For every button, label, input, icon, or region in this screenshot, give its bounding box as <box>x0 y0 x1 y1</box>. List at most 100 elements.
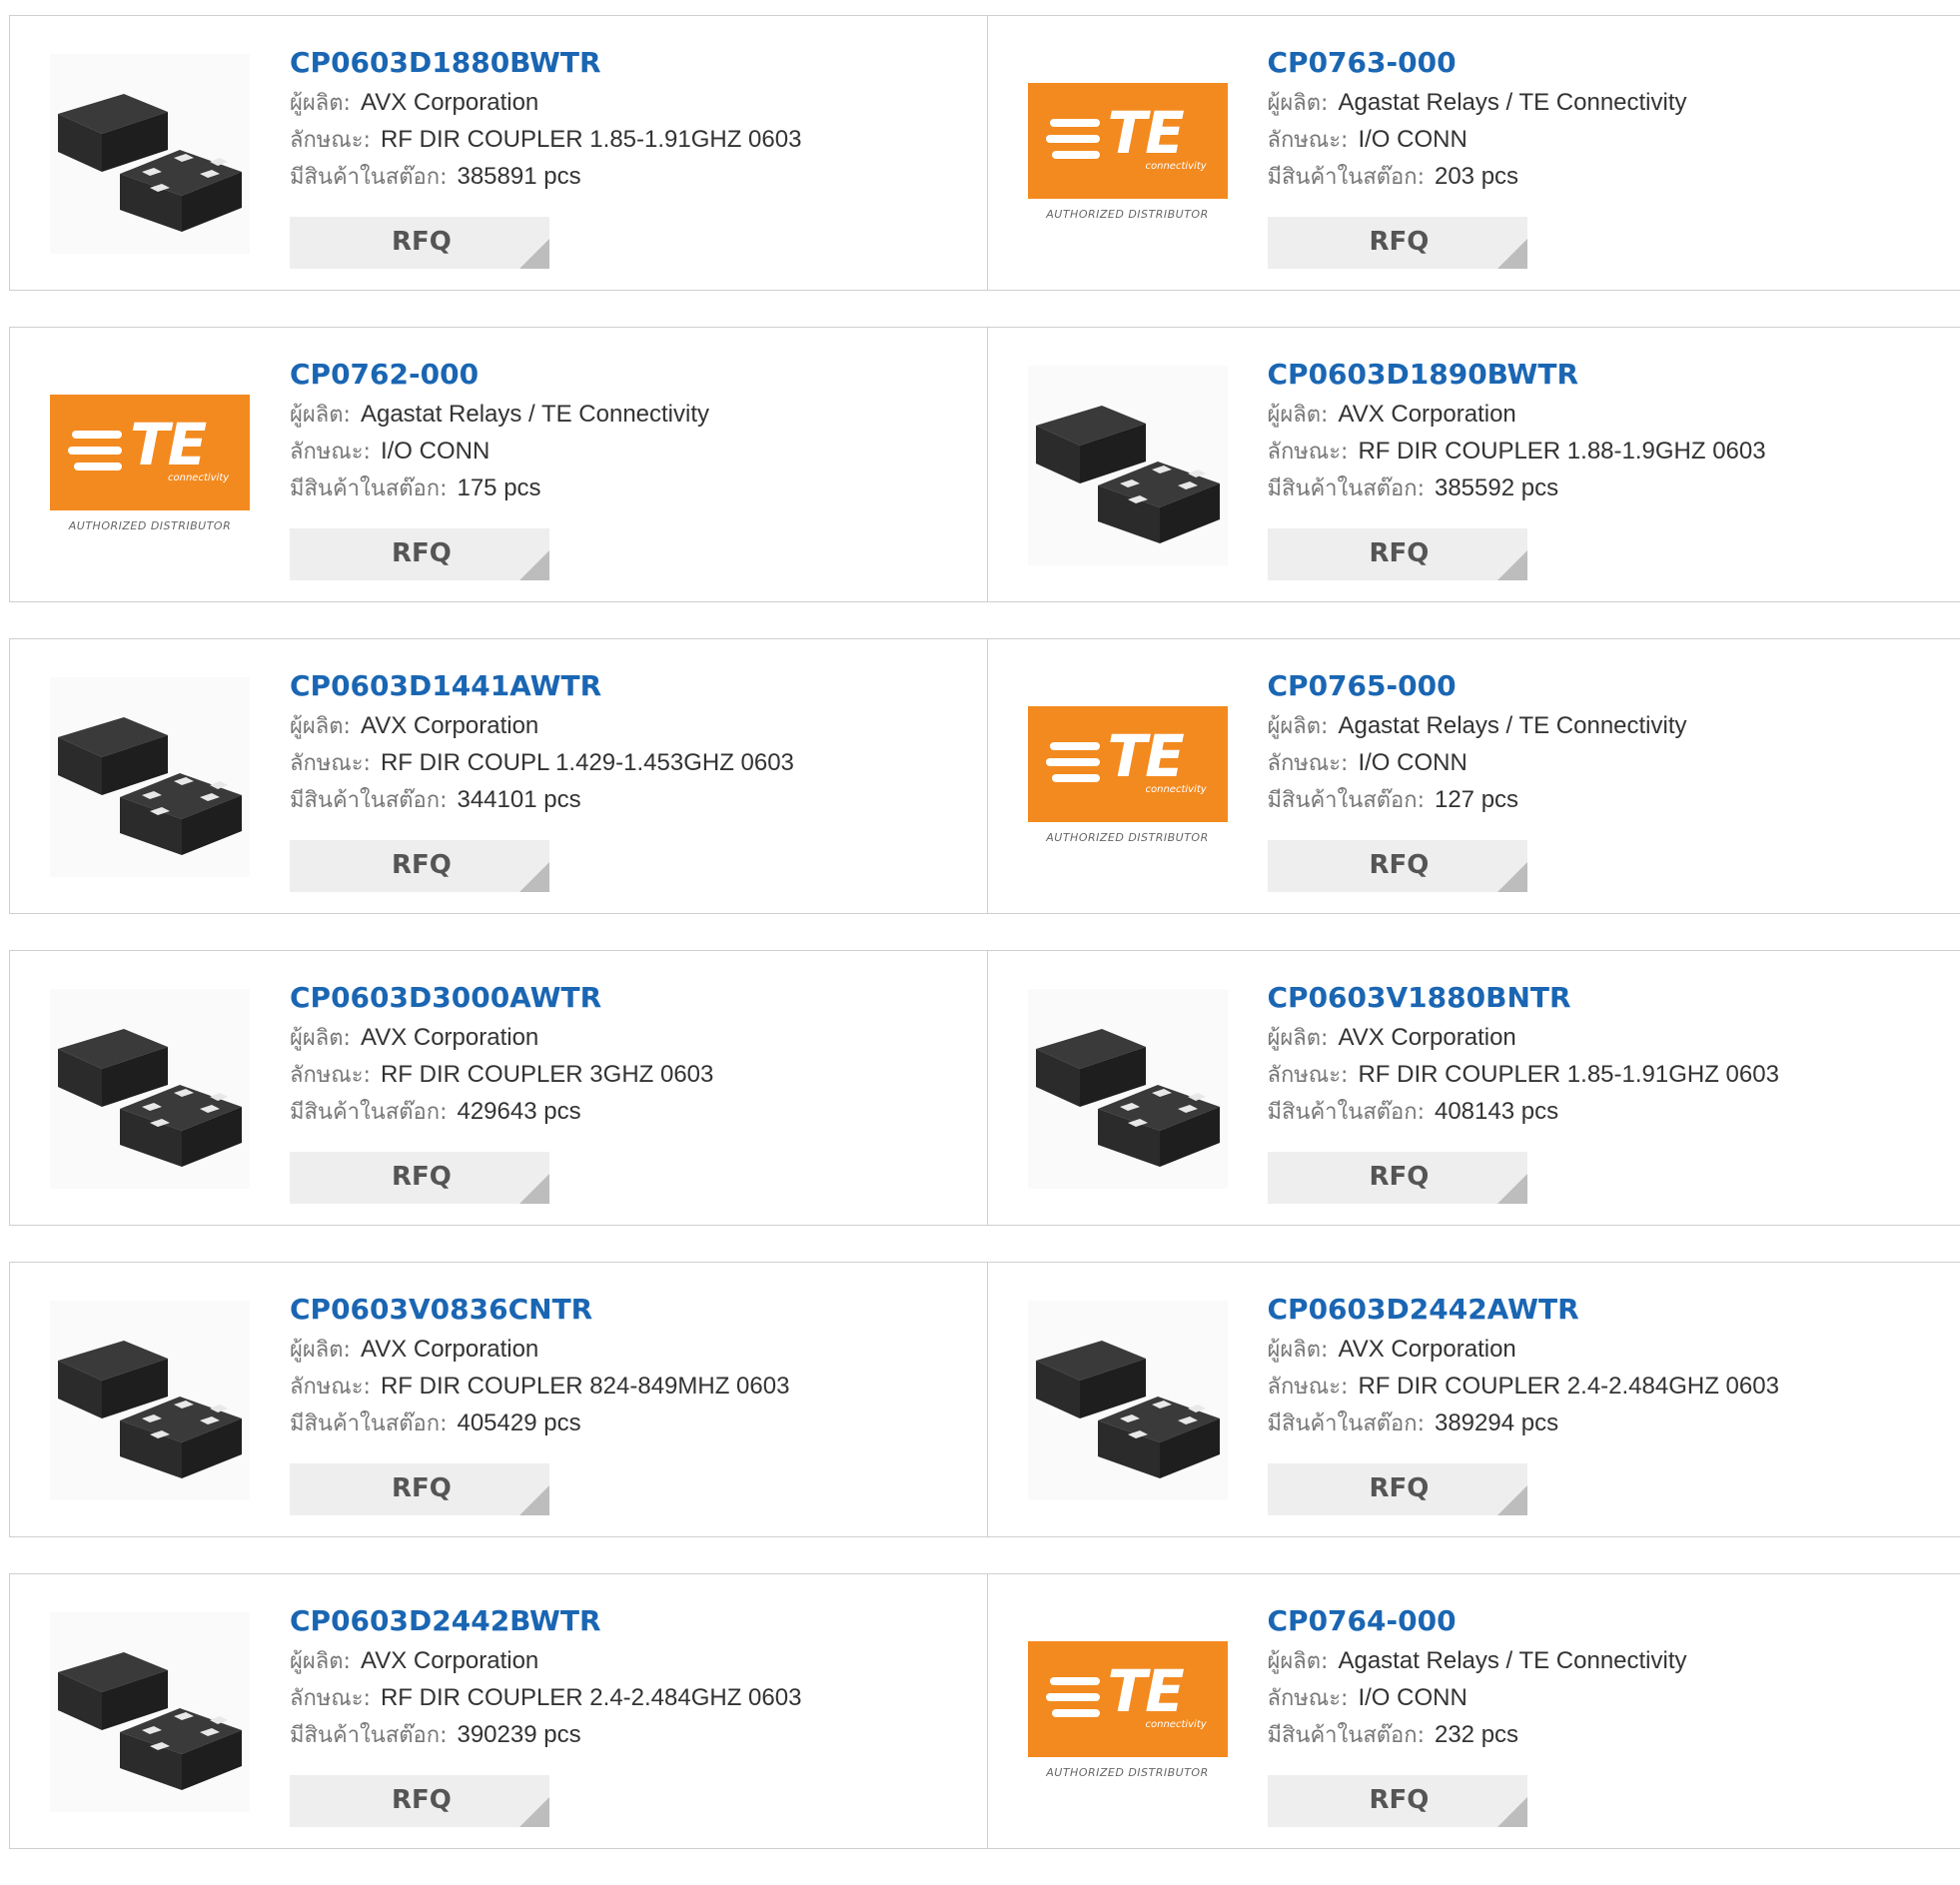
manufacturer-value: Agastat Relays / TE Connectivity <box>361 401 709 428</box>
product-image[interactable]: TEconnectivityAUTHORIZED DISTRIBUTOR <box>50 366 250 565</box>
description-value: RF DIR COUPLER 1.85-1.91GHZ 0603 <box>381 126 802 153</box>
manufacturer-row: ผู้ผลิต:Agastat Relays / TE Connectivity <box>1268 707 1951 744</box>
rfq-button[interactable]: RFQ <box>1268 217 1527 269</box>
product-card: CP0603D2442BWTR ผู้ผลิต:AVX Corporation … <box>10 1574 987 1848</box>
description-value: I/O CONN <box>381 438 490 465</box>
rfq-button[interactable]: RFQ <box>1268 1463 1527 1515</box>
part-number-link[interactable]: CP0603V0836CNTR <box>290 1293 592 1331</box>
description-label: ลักษณะ: <box>1268 1375 1349 1400</box>
rfq-button[interactable]: RFQ <box>290 1775 549 1827</box>
description-label: ลักษณะ: <box>290 128 371 153</box>
product-image[interactable]: TEconnectivityAUTHORIZED DISTRIBUTOR <box>1028 1612 1228 1812</box>
product-image[interactable] <box>50 54 250 254</box>
manufacturer-label: ผู้ผลิต: <box>290 714 351 739</box>
te-logo-text: TE <box>1108 101 1183 165</box>
stock-value: 344101 pcs <box>457 786 580 813</box>
te-connectivity-logo: TEconnectivityAUTHORIZED DISTRIBUTOR <box>1028 1612 1228 1812</box>
manufacturer-row: ผู้ผลิต:AVX Corporation <box>1268 1331 1951 1368</box>
product-image[interactable] <box>1028 366 1228 565</box>
manufacturer-value: AVX Corporation <box>1338 401 1515 428</box>
description-row: ลักษณะ:RF DIR COUPLER 2.4-2.484GHZ 0603 <box>290 1679 977 1716</box>
description-value: RF DIR COUPLER 824-849MHZ 0603 <box>381 1373 789 1400</box>
stock-label: มีสินค้าในสต๊อก: <box>1268 1723 1425 1748</box>
part-number-link[interactable]: CP0762-000 <box>290 358 479 396</box>
manufacturer-label: ผู้ผลิต: <box>1268 714 1329 739</box>
corner-triangle-icon <box>1497 1797 1527 1827</box>
rfq-button[interactable]: RFQ <box>1268 528 1527 580</box>
rfq-button[interactable]: RFQ <box>290 840 549 892</box>
description-row: ลักษณะ:I/O CONN <box>1268 744 1951 781</box>
stock-row: มีสินค้าในสต๊อก:385592 pcs <box>1268 470 1951 506</box>
product-image[interactable]: TEconnectivityAUTHORIZED DISTRIBUTOR <box>1028 54 1228 254</box>
authorized-distributor-tagline: AUTHORIZED DISTRIBUTOR <box>1028 831 1228 844</box>
manufacturer-label: ผู้ผลิต: <box>290 403 351 428</box>
product-image[interactable] <box>50 989 250 1189</box>
manufacturer-value: AVX Corporation <box>1338 1024 1515 1051</box>
corner-triangle-icon <box>519 239 549 269</box>
manufacturer-value: Agastat Relays / TE Connectivity <box>1338 89 1686 116</box>
stock-label: มีสินค้าในสต๊อก: <box>1268 1412 1425 1436</box>
stock-label: มีสินค้าในสต๊อก: <box>290 1723 447 1748</box>
stock-value: 385891 pcs <box>457 163 580 190</box>
description-value: RF DIR COUPLER 1.85-1.91GHZ 0603 <box>1358 1061 1779 1088</box>
rfq-button[interactable]: RFQ <box>290 1463 549 1515</box>
product-info: CP0603V0836CNTR ผู้ผลิต:AVX Corporation … <box>290 1293 977 1441</box>
product-image[interactable] <box>50 1301 250 1500</box>
rfq-button[interactable]: RFQ <box>290 528 549 580</box>
manufacturer-row: ผู้ผลิต:AVX Corporation <box>1268 1019 1951 1056</box>
product-card: TEconnectivityAUTHORIZED DISTRIBUTOR CP0… <box>987 16 1960 290</box>
description-value: RF DIR COUPLER 2.4-2.484GHZ 0603 <box>1358 1373 1779 1400</box>
part-number-link[interactable]: CP0765-000 <box>1268 669 1457 707</box>
rfq-button[interactable]: RFQ <box>290 1152 549 1204</box>
description-row: ลักษณะ:RF DIR COUPLER 1.88-1.9GHZ 0603 <box>1268 433 1951 470</box>
manufacturer-value: AVX Corporation <box>361 1024 538 1051</box>
part-number-link[interactable]: CP0603D1441AWTR <box>290 669 601 707</box>
smd-chip-icon <box>50 1612 250 1812</box>
product-card: TEconnectivityAUTHORIZED DISTRIBUTOR CP0… <box>10 328 987 601</box>
part-number-link[interactable]: CP0603D2442BWTR <box>290 1604 601 1642</box>
manufacturer-row: ผู้ผลิต:Agastat Relays / TE Connectivity <box>1268 1642 1951 1679</box>
product-image[interactable] <box>1028 1301 1228 1500</box>
product-image[interactable]: TEconnectivityAUTHORIZED DISTRIBUTOR <box>1028 677 1228 877</box>
rfq-button[interactable]: RFQ <box>1268 840 1527 892</box>
part-number-link[interactable]: CP0764-000 <box>1268 1604 1457 1642</box>
rfq-label: RFQ <box>1370 1162 1430 1192</box>
part-number-link[interactable]: CP0603D1890BWTR <box>1268 358 1579 396</box>
product-info: CP0603D2442AWTR ผู้ผลิต:AVX Corporation … <box>1268 1293 1951 1441</box>
rfq-button[interactable]: RFQ <box>1268 1775 1527 1827</box>
corner-triangle-icon <box>1497 550 1527 580</box>
product-image[interactable] <box>1028 989 1228 1189</box>
manufacturer-row: ผู้ผลิต:Agastat Relays / TE Connectivity <box>1268 84 1951 121</box>
part-number-link[interactable]: CP0603D3000AWTR <box>290 981 601 1019</box>
corner-triangle-icon <box>1497 862 1527 892</box>
stock-value: 405429 pcs <box>457 1410 580 1436</box>
stock-value: 203 pcs <box>1435 163 1518 190</box>
rfq-button[interactable]: RFQ <box>1268 1152 1527 1204</box>
rfq-label: RFQ <box>392 227 452 257</box>
product-card: CP0603D2442AWTR ผู้ผลิต:AVX Corporation … <box>987 1263 1960 1536</box>
product-card: TEconnectivityAUTHORIZED DISTRIBUTOR CP0… <box>987 639 1960 913</box>
te-connectivity-logo: TEconnectivityAUTHORIZED DISTRIBUTOR <box>50 366 250 565</box>
description-label: ลักษณะ: <box>1268 751 1349 776</box>
product-image[interactable] <box>50 1612 250 1812</box>
stock-label: มีสินค้าในสต๊อก: <box>1268 788 1425 813</box>
part-number-link[interactable]: CP0603V1880BNTR <box>1268 981 1571 1019</box>
description-row: ลักษณะ:RF DIR COUPL 1.429-1.453GHZ 0603 <box>290 744 977 781</box>
stock-row: มีสินค้าในสต๊อก:408143 pcs <box>1268 1093 1951 1130</box>
product-image[interactable] <box>50 677 250 877</box>
stock-value: 232 pcs <box>1435 1721 1518 1748</box>
product-card: CP0603D1880BWTR ผู้ผลิต:AVX Corporation … <box>10 16 987 290</box>
product-card: CP0603V1880BNTR ผู้ผลิต:AVX Corporation … <box>987 951 1960 1225</box>
part-number-link[interactable]: CP0603D1880BWTR <box>290 46 601 84</box>
description-row: ลักษณะ:I/O CONN <box>1268 121 1951 158</box>
authorized-distributor-tagline: AUTHORIZED DISTRIBUTOR <box>1028 1766 1228 1779</box>
description-label: ลักษณะ: <box>290 1063 371 1088</box>
rfq-button[interactable]: RFQ <box>290 217 549 269</box>
description-row: ลักษณะ: RF DIR COUPLER 2.4-2.484GHZ 0603 <box>1268 1368 1951 1405</box>
stock-row: มีสินค้าในสต๊อก:344101 pcs <box>290 781 977 818</box>
part-number-link[interactable]: CP0763-000 <box>1268 46 1457 84</box>
part-number-link[interactable]: CP0603D2442AWTR <box>1268 1293 1579 1331</box>
description-label: ลักษณะ: <box>1268 1063 1349 1088</box>
product-card: CP0603D1441AWTR ผู้ผลิต:AVX Corporation … <box>10 639 987 913</box>
te-logo-sub: connectivity <box>1146 784 1207 795</box>
